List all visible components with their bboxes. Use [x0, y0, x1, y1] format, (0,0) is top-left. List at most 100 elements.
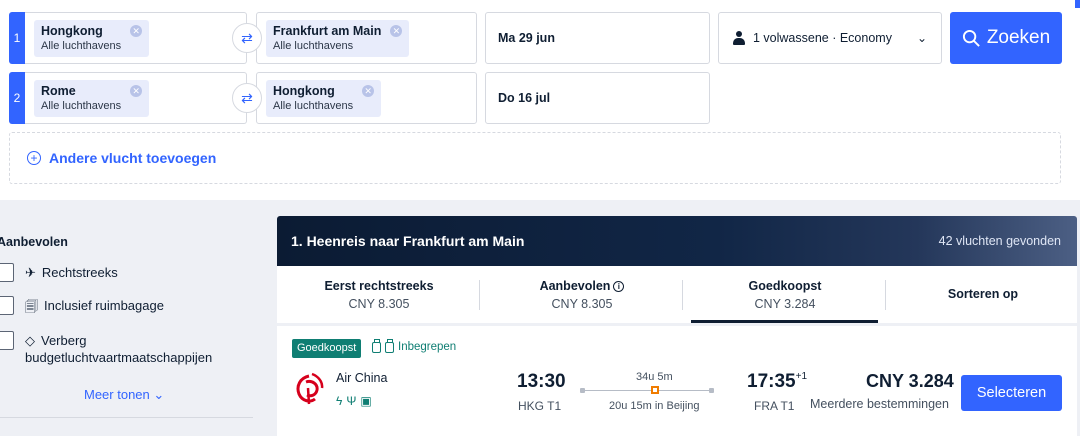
- plus-circle-icon: +: [27, 151, 41, 165]
- sort-bar: Eerst rechtstreeks CNY 8.305 Aanbevolen i…: [277, 266, 1077, 323]
- results-panel: 1. Heenreis naar Frankfurt am Main 42 vl…: [277, 216, 1077, 436]
- swap-icon[interactable]: ⇄: [232, 23, 262, 53]
- origin-airports: Alle luchthavens: [41, 100, 122, 112]
- passengers-value: 1 volwassene · Economy: [753, 31, 892, 45]
- select-button[interactable]: Selecteren: [961, 375, 1062, 411]
- arrival-time: 17:35+1: [747, 371, 807, 393]
- filter-budget[interactable]: ◇ Verberg budgetluchtvaartmaatschappijen: [25, 332, 212, 366]
- tab-direct-first[interactable]: Eerst rechtstreeks CNY 8.305: [279, 266, 479, 323]
- clear-destination-icon[interactable]: ✕: [390, 25, 403, 37]
- baggage-icon: [372, 338, 381, 353]
- departure-airport: HKG T1: [518, 399, 562, 413]
- tab-price: CNY 3.284: [754, 297, 816, 311]
- air-china-logo: [296, 372, 324, 405]
- amenities-icons: ϟΨ▣: [336, 394, 376, 408]
- divider: [0, 417, 253, 418]
- date-value: Ma 29 jun: [498, 31, 555, 45]
- route-start-dot: [580, 388, 585, 393]
- tab-label: Goedkoopst: [748, 279, 822, 293]
- destination-airports: Alle luchthavens: [273, 40, 354, 52]
- origin-field[interactable]: Rome Alle luchthavens ✕: [25, 72, 247, 124]
- arrival-airport: FRA T1: [754, 399, 795, 413]
- origin-field[interactable]: Hongkong Alle luchthavens ✕: [25, 12, 247, 64]
- clear-origin-icon[interactable]: ✕: [130, 25, 143, 37]
- filter-baggage[interactable]: 🗐 Inclusief ruimbagage: [25, 298, 164, 320]
- destination-chip: Frankfurt am Main Alle luchthavens ✕: [266, 20, 410, 57]
- leg-row-2: 2 Rome Alle luchthavens ✕ ⇄ Hongkong All…: [9, 72, 719, 124]
- destination-field[interactable]: Hongkong Alle luchthavens ✕: [256, 72, 477, 124]
- info-icon[interactable]: i: [613, 281, 625, 292]
- tab-price: CNY 8.305: [348, 297, 410, 311]
- tag-icon: ◇: [25, 333, 35, 348]
- departure-time: 13:30: [517, 371, 566, 392]
- checkbox-baggage[interactable]: [0, 296, 14, 315]
- baggage-icon: [385, 338, 394, 353]
- select-label: Selecteren: [976, 385, 1047, 401]
- cheapest-badge: Goedkoopst: [292, 339, 362, 358]
- airline-name: Air China: [336, 371, 388, 385]
- tab-recommended[interactable]: Aanbevolen i CNY 8.305: [482, 266, 682, 323]
- origin-city: Hongkong: [41, 24, 103, 38]
- show-more-button[interactable]: Meer tonen ⌄: [84, 387, 164, 403]
- filter-direct[interactable]: ✈ Rechtstreeks: [25, 265, 118, 281]
- destination-field[interactable]: Frankfurt am Main Alle luchthavens ✕: [256, 12, 477, 64]
- filter-section-title: Aanbevolen: [0, 235, 68, 249]
- plane-takeoff-icon: ✈: [25, 265, 36, 280]
- add-flight-button[interactable]: + Andere vlucht toevoegen: [9, 132, 1061, 184]
- filter-label: Verberg: [41, 333, 87, 348]
- date-field[interactable]: Ma 29 jun: [485, 12, 710, 64]
- search-icon: [962, 29, 980, 47]
- show-more-label: Meer tonen: [84, 387, 150, 402]
- origin-chip: Hongkong Alle luchthavens ✕: [34, 20, 150, 57]
- clear-destination-icon[interactable]: ✕: [362, 85, 375, 97]
- filter-label-cont: budgetluchtvaartmaatschappijen: [25, 350, 213, 365]
- included-baggage: Inbegrepen: [372, 338, 457, 353]
- filter-sidebar: Aanbevolen ✈ Rechtstreeks 🗐 Inclusief ru…: [0, 216, 262, 436]
- add-flight-label: Andere vlucht toevoegen: [49, 150, 217, 166]
- tab-label: Eerst rechtstreeks: [324, 279, 434, 293]
- checkbox-direct[interactable]: [0, 263, 14, 282]
- tab-price: CNY 8.305: [551, 297, 613, 311]
- swap-icon[interactable]: ⇄: [232, 83, 262, 113]
- search-button[interactable]: Zoeken: [950, 12, 1062, 64]
- leg-row-1: 1 Hongkong Alle luchthavens ✕ ⇄ Frankfur…: [9, 12, 1069, 64]
- filter-label: Rechtstreeks: [41, 265, 118, 280]
- origin-airports: Alle luchthavens: [41, 40, 122, 52]
- destination-chip: Hongkong Alle luchthavens ✕: [266, 80, 382, 117]
- tab-label-wrap: Aanbevolen i: [482, 279, 682, 293]
- results-header: 1. Heenreis naar Frankfurt am Main 42 vl…: [277, 216, 1077, 266]
- leg-number: 2: [9, 72, 25, 124]
- power-icon: ϟ: [336, 394, 347, 408]
- edge-marker: [1075, 0, 1080, 8]
- entertainment-icon: ▣: [360, 394, 376, 408]
- flight-duration: 34u 5m: [636, 371, 673, 383]
- leg-number: 1: [9, 12, 25, 64]
- stopover-marker: [651, 386, 659, 394]
- origin-city: Rome: [41, 84, 76, 98]
- person-icon: [733, 31, 745, 45]
- results-count: 42 vluchten gevonden: [938, 234, 1061, 248]
- baggage-icon: 🗐: [25, 299, 38, 314]
- tab-sort-by[interactable]: Sorteren op: [883, 266, 1080, 323]
- search-panel: 1 Hongkong Alle luchthavens ✕ ⇄ Frankfur…: [0, 0, 1080, 200]
- tab-label: Aanbevolen: [539, 279, 611, 293]
- chevron-down-icon: ⌄: [916, 31, 927, 45]
- search-label: Zoeken: [986, 27, 1051, 48]
- date-field[interactable]: Do 16 jul: [485, 72, 710, 124]
- destination-city: Frankfurt am Main: [273, 24, 382, 38]
- included-label: Inbegrepen: [398, 341, 457, 353]
- checkbox-budget[interactable]: [0, 331, 14, 350]
- tab-label: Sorteren op: [947, 287, 1019, 301]
- flight-card[interactable]: Goedkoopst Inbegrepen Air China ϟΨ▣ 13:3…: [277, 326, 1077, 436]
- tab-cheapest[interactable]: Goedkoopst CNY 3.284: [685, 266, 885, 323]
- results-title: 1. Heenreis naar Frankfurt am Main: [291, 233, 525, 249]
- passengers-select[interactable]: 1 volwassene · Economy ⌄: [718, 12, 942, 64]
- route-end-dot: [709, 388, 714, 393]
- flight-price: CNY 3.284: [866, 371, 954, 391]
- chevron-down-icon: ⌄: [149, 387, 165, 402]
- filter-label: Inclusief ruimbagage: [44, 298, 164, 313]
- clear-origin-icon[interactable]: ✕: [130, 85, 143, 97]
- day-offset: +1: [795, 371, 808, 382]
- date-value: Do 16 jul: [498, 91, 551, 105]
- tab-separator: [682, 280, 683, 310]
